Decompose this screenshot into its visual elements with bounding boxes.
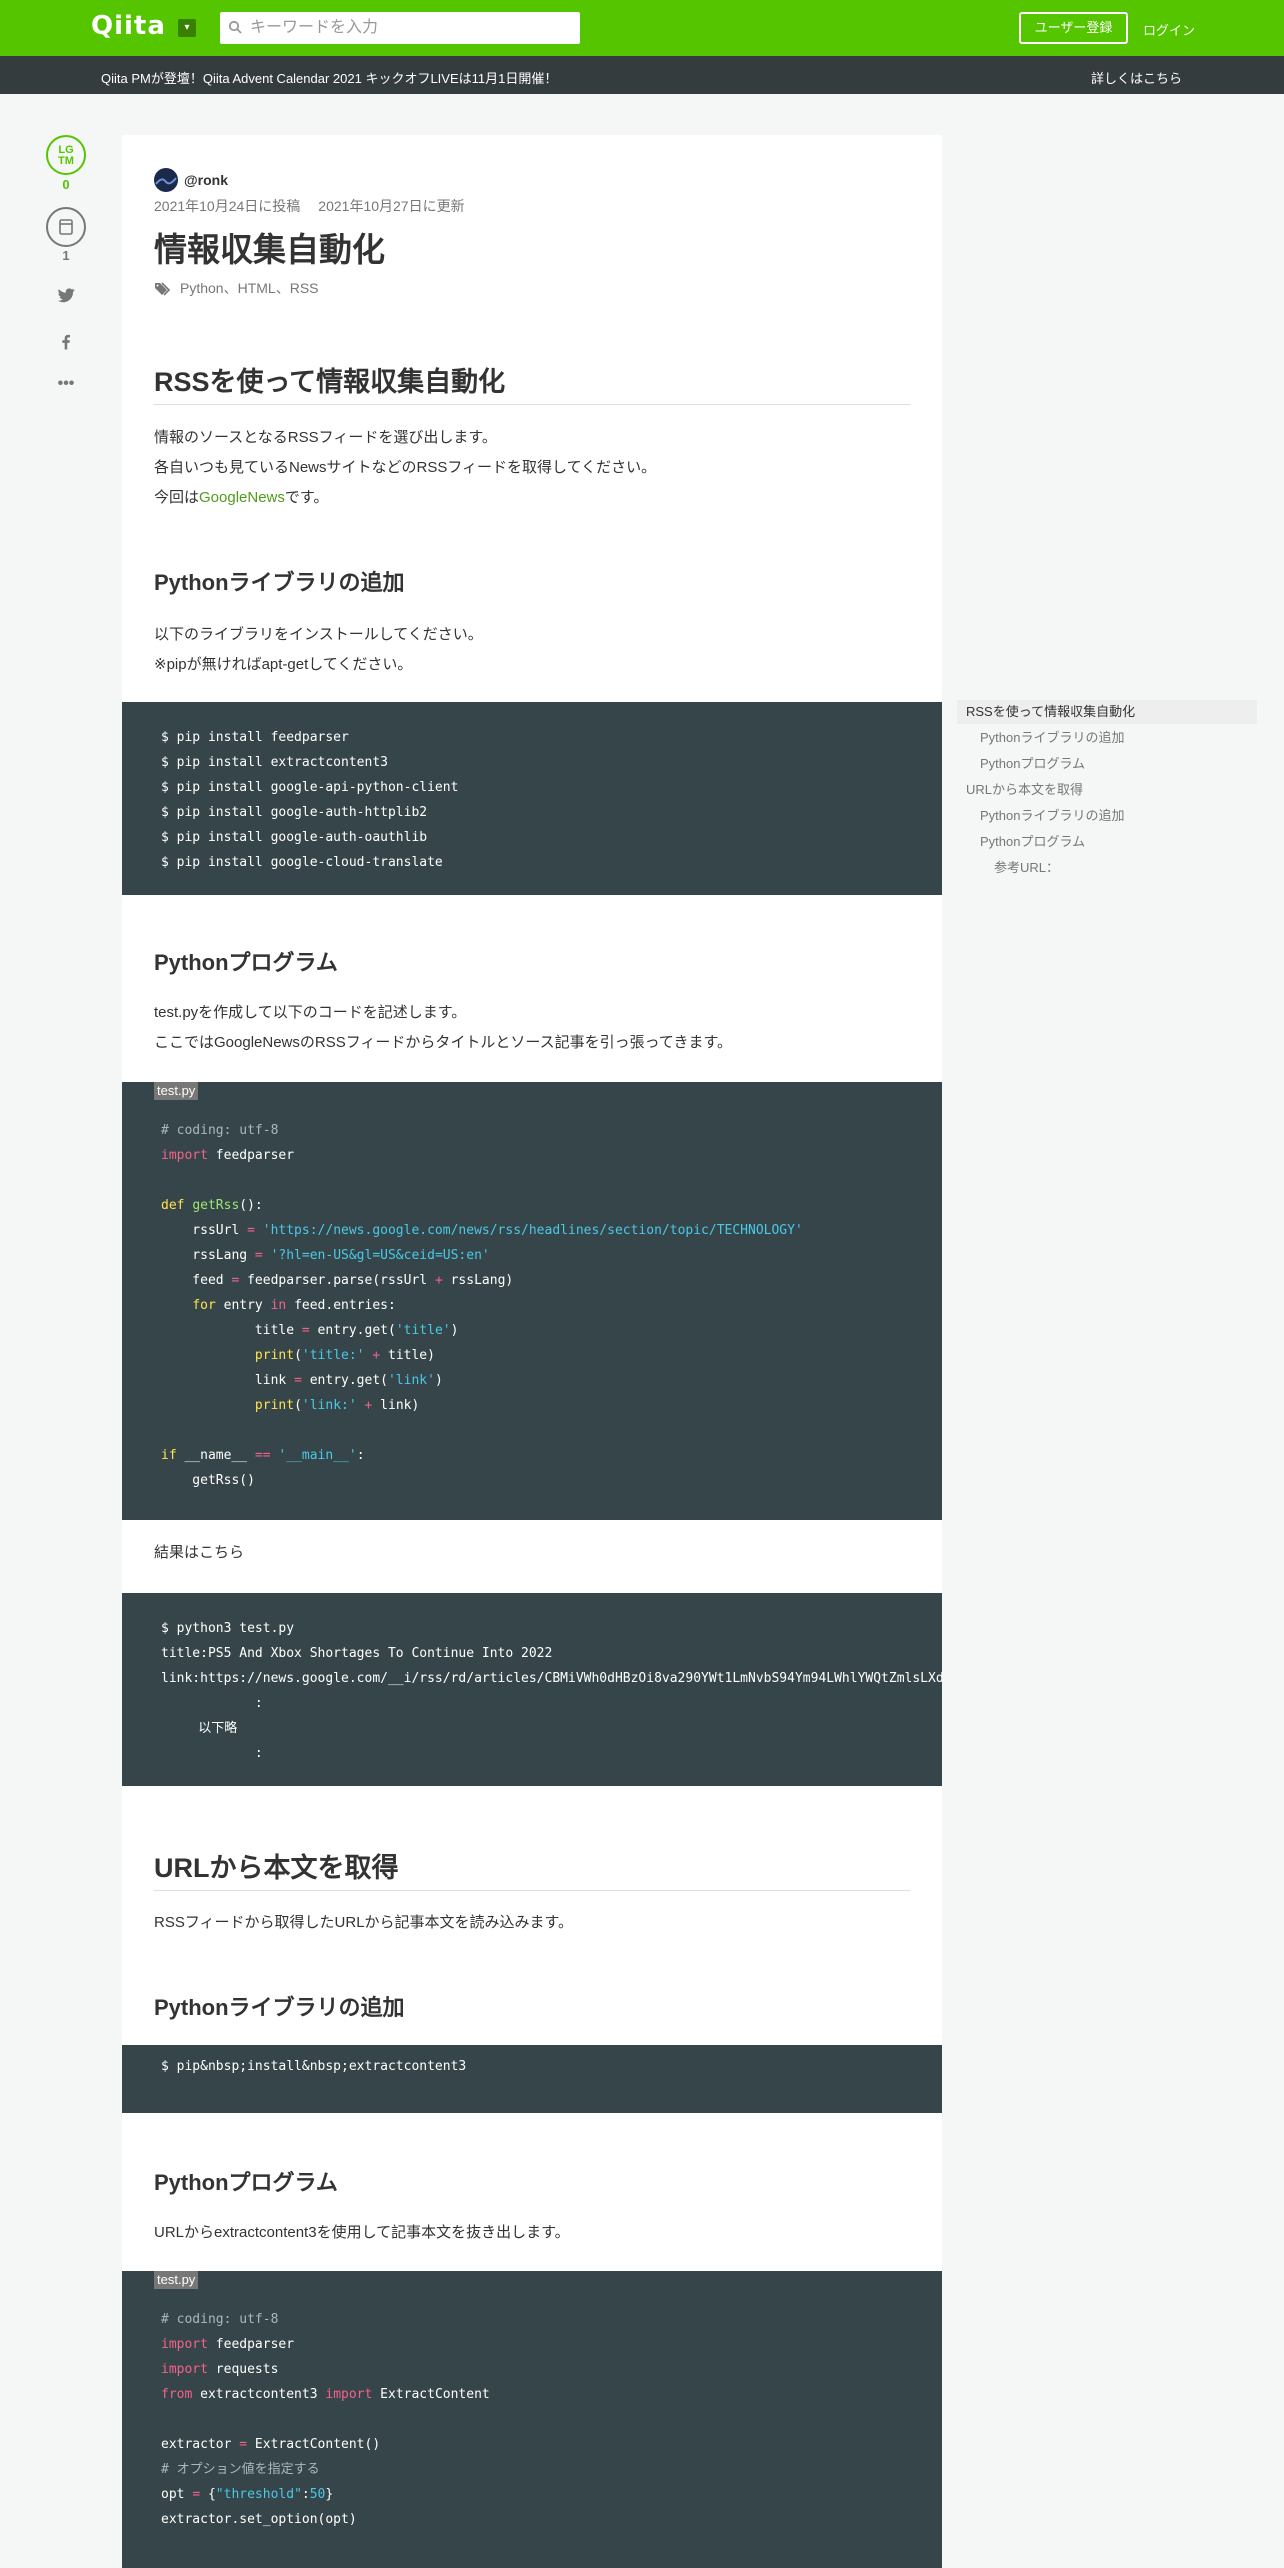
code-line: : [161, 1746, 263, 1761]
toc-item[interactable]: URLから本文を取得 [957, 778, 1083, 802]
code-line: $ pip install google-auth-httplib2 [161, 805, 428, 820]
code-line: $ pip install feedparser [161, 730, 349, 745]
paragraph: ここではGoogleNewsのRSSフィードからタイトルとソース記事を引っ張って… [154, 1034, 732, 1051]
facebook-icon[interactable] [56, 332, 76, 352]
code-block-test-py-2: test.py # coding: utf-8 import feedparse… [122, 2271, 942, 2568]
article-dates: 2021年10月24日に投稿 2021年10月27日に更新 [154, 196, 465, 216]
paragraph: URLからextractcontent3を使用して記事本文を抜き出します。 [154, 2224, 570, 2241]
tag-icon [155, 282, 171, 296]
paragraph-text: です。 [284, 489, 329, 506]
chevron-down-icon[interactable]: ▾ [178, 19, 196, 37]
section-heading: URLから本文を取得 [154, 1846, 910, 1891]
code-line: 以下略 [161, 1721, 238, 1736]
code-block-result: $ python3 test.py title:PS5 And Xbox Sho… [122, 1593, 942, 1786]
toc-item[interactable]: Pythonプログラム [957, 752, 1085, 776]
tag-html[interactable]: HTML [238, 280, 276, 296]
lgtm-count: 0 [62, 177, 70, 192]
updated-date[interactable]: 2021年10月27日に更新 [318, 198, 464, 214]
code-filename: test.py [154, 1082, 199, 1100]
tag-separator: 、 [223, 280, 238, 296]
code-line: $ pip install extractcontent3 [161, 755, 388, 770]
search-box[interactable] [220, 12, 580, 44]
code-content: # coding: utf-8 import feedparser def ge… [161, 1123, 803, 1488]
search-icon [228, 20, 242, 34]
code-line: $ pip install google-cloud-translate [161, 855, 443, 870]
toc-item[interactable]: Pythonライブラリの追加 [957, 726, 1124, 750]
code-line: $ python3 test.py [161, 1621, 295, 1636]
paragraph: RSSフィードから取得したURLから記事本文を読み込みます。 [154, 1914, 574, 1931]
paragraph-text: 今回は [154, 489, 200, 506]
site-header: Qiita ▾ ユーザー登録 ログイン [0, 0, 1284, 56]
lgtm-icon: LG TM [58, 144, 74, 167]
stock-icon [59, 219, 73, 235]
code-content: $ python3 test.py title:PS5 And Xbox Sho… [122, 1616, 942, 1766]
announcement-link[interactable]: 詳しくはこちら [1091, 68, 1182, 87]
tag-separator: 、 [275, 280, 290, 296]
code-content: $ pip&nbsp;install&nbsp;extractcontent3 [122, 2054, 942, 2079]
page-title: 情報収集自動化 [154, 231, 385, 268]
avatar[interactable] [154, 168, 178, 192]
author-name[interactable]: @ronk [184, 172, 228, 188]
paragraph: ※pipが無ければapt-getしてください。 [154, 656, 413, 673]
tag-list: Python、HTML、RSS [154, 278, 319, 298]
twitter-icon[interactable] [56, 285, 76, 305]
paragraph: 情報のソースとなるRSSフィードを選び出します。 [154, 429, 497, 446]
subsection-heading: Pythonプログラム [154, 950, 338, 975]
article-body: @ronk 2021年10月24日に投稿 2021年10月27日に更新 情報収集自… [122, 135, 942, 2568]
stock-count: 1 [62, 248, 70, 263]
paragraph: test.pyを作成して以下のコードを記述します。 [154, 1004, 467, 1021]
code-line: $ pip install google-api-python-client [161, 780, 459, 795]
subsection-heading: Pythonライブラリの追加 [154, 1995, 405, 2020]
subsection-heading: Pythonライブラリの追加 [154, 570, 405, 595]
announcement-bar: Qiita PMが登壇！Qiita Advent Calendar 2021 キ… [0, 56, 1284, 94]
toc-item[interactable]: Pythonライブラリの追加 [957, 804, 1124, 828]
code-line: link:https://news.google.com/__i/rss/rd/… [161, 1671, 942, 1686]
code-line: $ pip install google-auth-oauthlib [161, 830, 428, 845]
code-block-install-2: $ pip&nbsp;install&nbsp;extractcontent3 [122, 2045, 942, 2113]
code-content: $ pip install feedparser $ pip install e… [122, 725, 942, 875]
paragraph: 以下のライブラリをインストールしてください。 [154, 626, 483, 643]
paragraph: 今回はGoogleNewsです。 [154, 483, 328, 513]
toc-item[interactable]: Pythonプログラム [957, 830, 1085, 854]
code-line: title:PS5 And Xbox Shortages To Continue… [161, 1646, 553, 1661]
qiita-logo[interactable]: Qiita [91, 11, 166, 41]
stock-button[interactable] [46, 207, 86, 247]
toc-item[interactable]: 参考URL： [957, 856, 1059, 880]
tag-python[interactable]: Python [180, 280, 224, 296]
code-line: $ pip&nbsp;install&nbsp;extractcontent3 [161, 2059, 467, 2074]
code-block-test-py: test.py # coding: utf-8 import feedparse… [122, 1082, 942, 1520]
paragraph: 結果はこちら [154, 1544, 245, 1561]
signup-button[interactable]: ユーザー登録 [1019, 12, 1128, 44]
paragraph: 各自いつも見ているNewsサイトなどのRSSフィードを取得してください。 [154, 459, 657, 476]
toc-item[interactable]: RSSを使って情報収集自動化 [957, 700, 1257, 724]
more-icon[interactable]: ••• [56, 376, 76, 399]
tag-rss[interactable]: RSS [290, 280, 319, 296]
code-filename: test.py [154, 2271, 199, 2289]
section-heading: RSSを使って情報収集自動化 [154, 360, 910, 405]
code-block-install: $ pip install feedparser $ pip install e… [122, 702, 942, 895]
search-input[interactable] [250, 12, 570, 44]
code-content: # coding: utf-8 import feedparser import… [161, 2312, 490, 2527]
announcement-text[interactable]: Qiita PMが登壇！Qiita Advent Calendar 2021 キ… [101, 68, 557, 87]
code-line: : [161, 1696, 263, 1711]
login-link[interactable]: ログイン [1143, 20, 1195, 39]
subsection-heading: Pythonプログラム [154, 2170, 338, 2195]
lgtm-button[interactable]: LG TM [46, 135, 86, 175]
posted-date: 2021年10月24日に投稿 [154, 198, 301, 214]
googlenews-link[interactable]: GoogleNews [199, 489, 285, 506]
